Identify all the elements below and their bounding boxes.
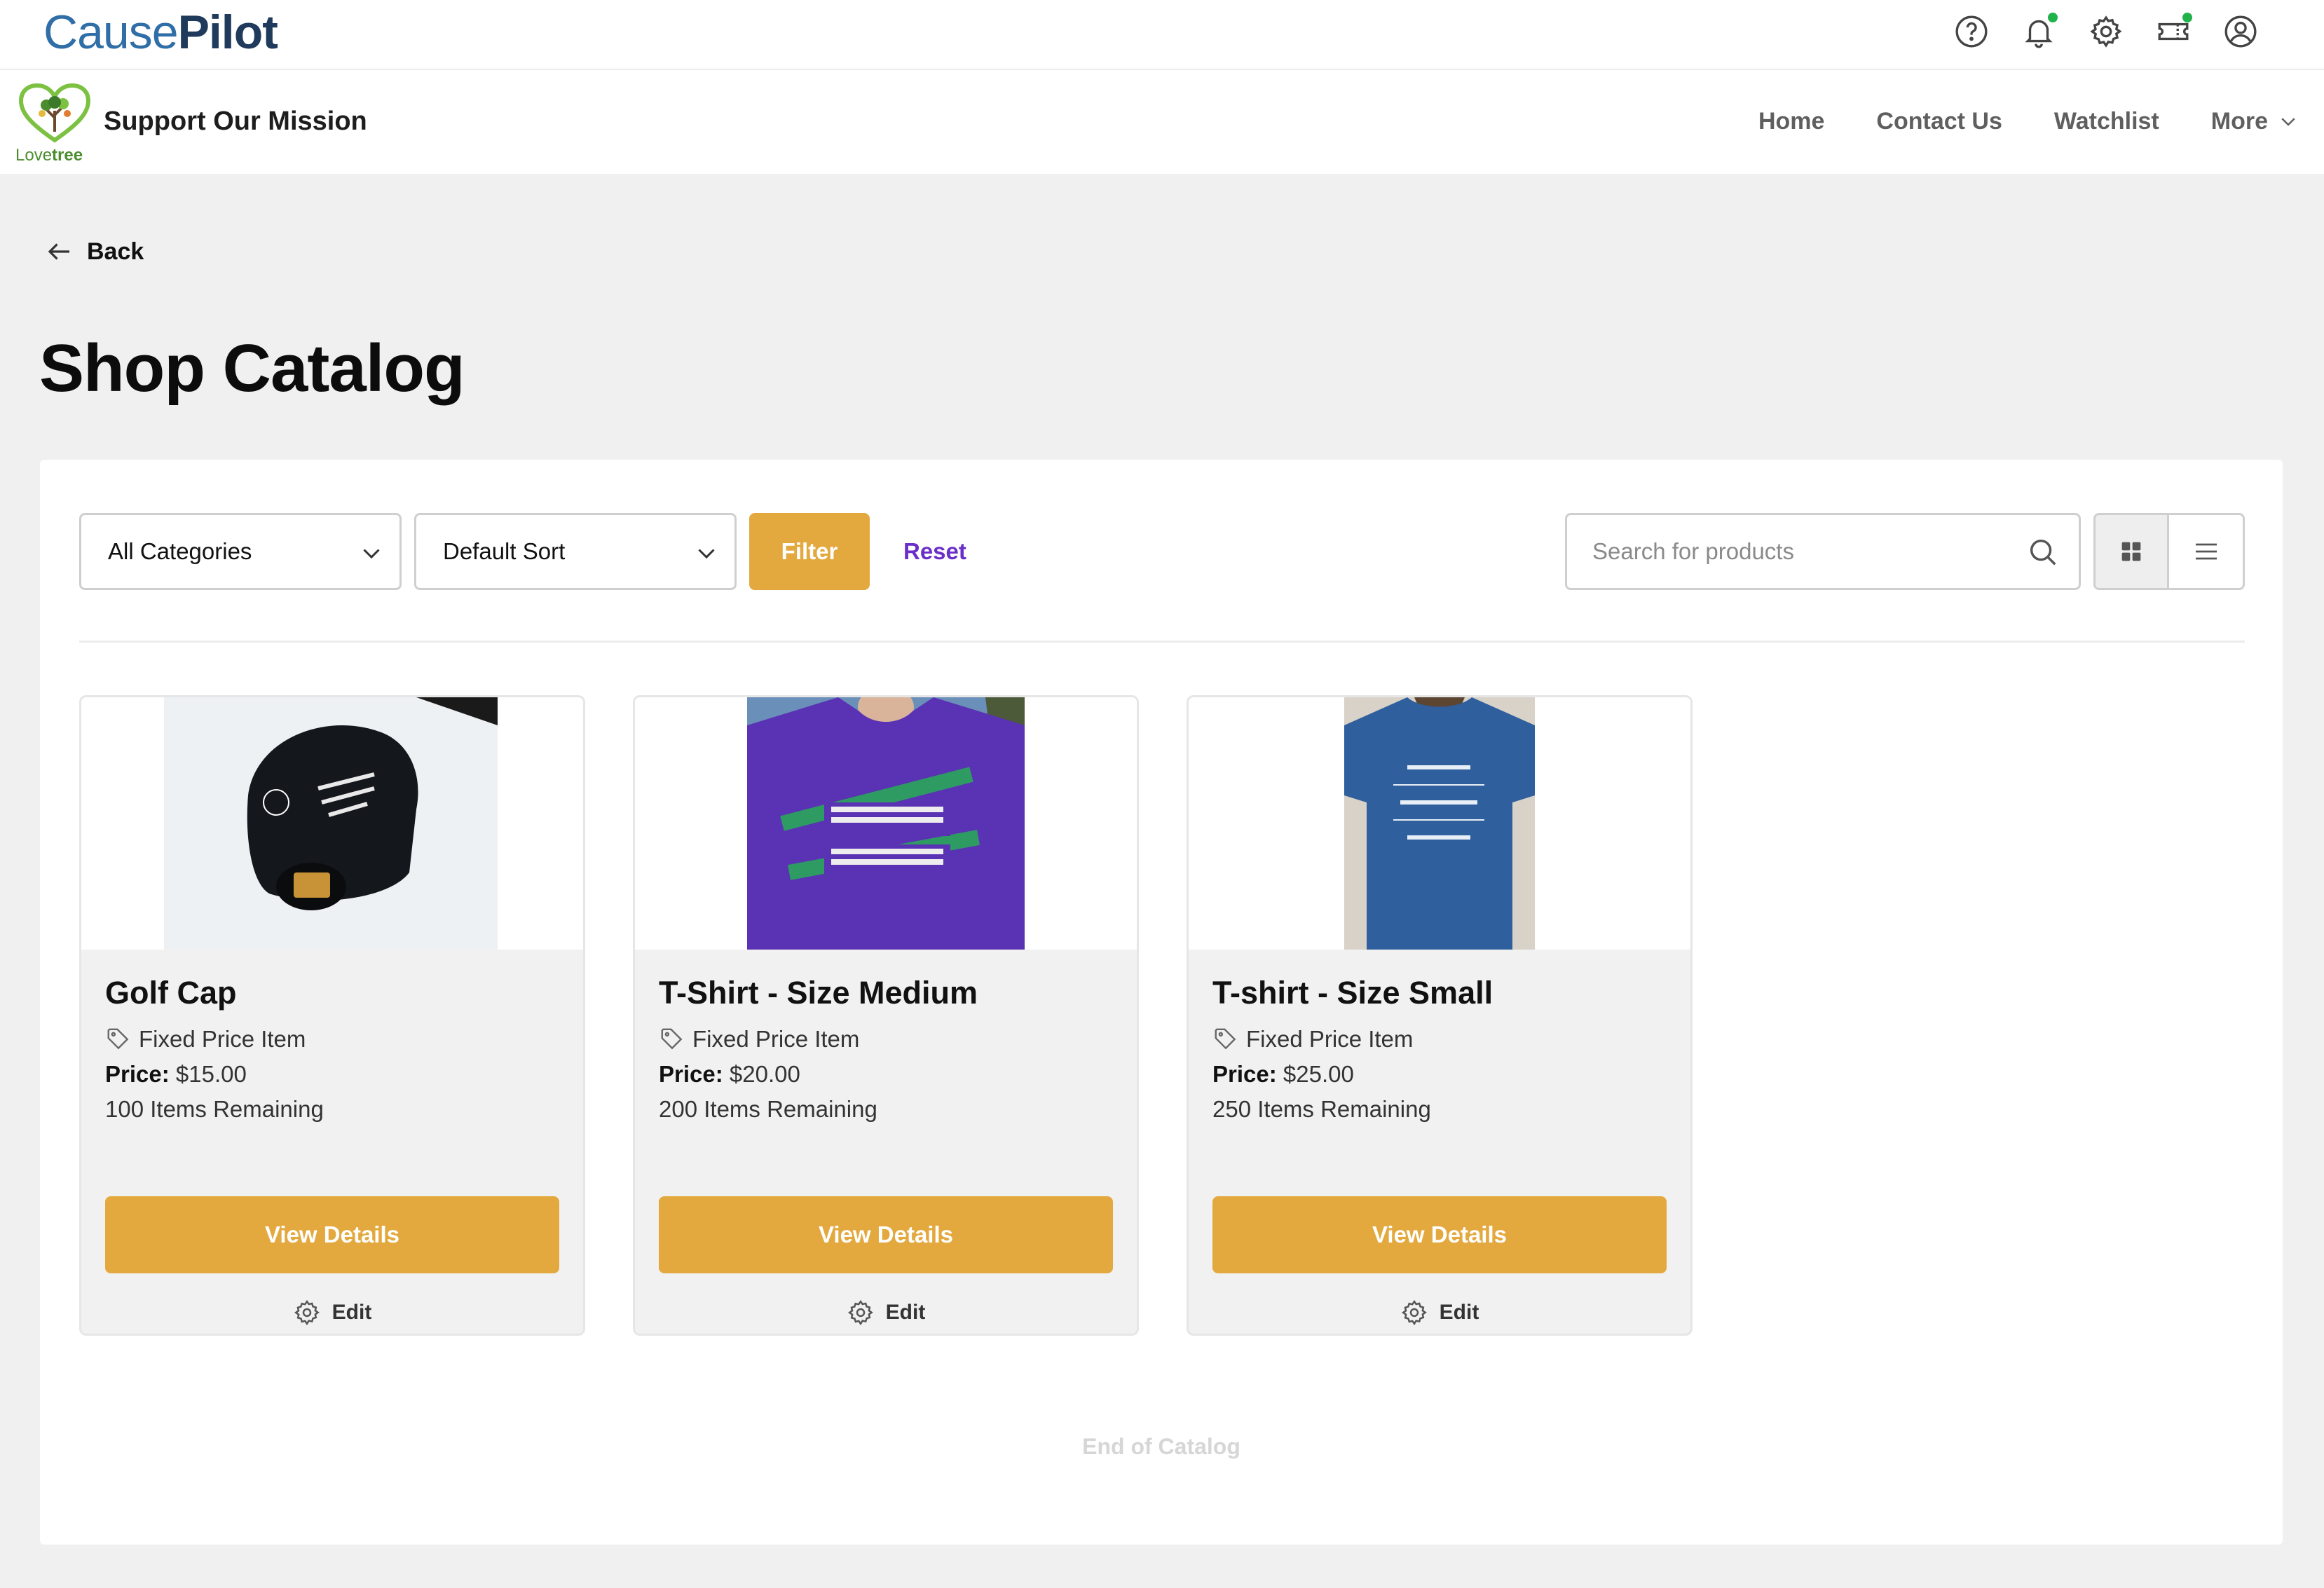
nav-contact-us[interactable]: Contact Us	[1876, 105, 2002, 137]
product-type-label: Fixed Price Item	[1246, 1026, 1414, 1052]
tshirt-medium-image	[747, 697, 1025, 950]
product-type: Fixed Price Item	[105, 1024, 306, 1055]
price-value: $15.00	[175, 1061, 247, 1087]
sort-select-value: Default Sort	[443, 538, 566, 564]
search-box	[1565, 513, 2081, 590]
nav-more[interactable]: More	[2211, 105, 2299, 137]
tag-icon	[661, 1028, 683, 1050]
divider	[79, 641, 2245, 643]
price-label: Price:	[105, 1061, 170, 1087]
sort-select[interactable]: Default Sort	[414, 513, 737, 590]
view-details-button[interactable]: View Details	[1212, 1196, 1667, 1273]
brand-pilot-text: Pilot	[177, 6, 278, 59]
brand-cause-text: Cause	[43, 6, 179, 59]
category-select-value: All Categories	[108, 538, 252, 564]
logo-wordmark: Lovetree	[15, 146, 83, 165]
gear-icon[interactable]	[2087, 13, 2125, 50]
org-title: Support Our Mission	[104, 107, 367, 136]
category-select[interactable]: All Categories	[79, 513, 402, 590]
edit-link[interactable]: Edit	[81, 1299, 583, 1327]
price-label: Price:	[659, 1061, 723, 1087]
edit-link[interactable]: Edit	[635, 1299, 1137, 1327]
chevron-down-icon	[2281, 118, 2295, 126]
user-icon[interactable]	[2222, 13, 2260, 50]
gear-icon	[1401, 1299, 1427, 1326]
list-view-button[interactable]	[2169, 515, 2243, 588]
items-remaining: 250 Items Remaining	[1212, 1096, 1431, 1122]
view-toggle	[2093, 513, 2245, 590]
back-label: Back	[87, 238, 144, 265]
gear-icon	[294, 1299, 320, 1326]
product-image-area[interactable]	[81, 697, 583, 950]
filter-button[interactable]: Filter	[749, 513, 870, 590]
product-type: Fixed Price Item	[1212, 1024, 1413, 1055]
chevron-down-icon	[698, 549, 715, 559]
nav-more-label: More	[2210, 108, 2268, 135]
product-name[interactable]: T-Shirt - Size Medium	[659, 973, 978, 1013]
product-name[interactable]: Golf Cap	[105, 973, 237, 1013]
product-card: Golf Cap Fixed Price Item Price: $15.00 …	[79, 695, 585, 1336]
items-remaining: 200 Items Remaining	[659, 1096, 877, 1122]
notification-dot	[2048, 13, 2058, 22]
page-title: Shop Catalog	[39, 331, 465, 406]
arrow-left-icon	[48, 243, 69, 260]
product-price: Price: $15.00	[105, 1059, 247, 1090]
price-value: $25.00	[1283, 1061, 1354, 1087]
product-price: Price: $20.00	[659, 1059, 800, 1090]
nav-watchlist[interactable]: Watchlist	[2054, 105, 2159, 137]
ticket-icon[interactable]	[2154, 13, 2192, 50]
top-icons	[1953, 13, 2260, 50]
reset-link[interactable]: Reset	[903, 533, 966, 570]
tree-heart-icon	[18, 83, 91, 143]
chevron-down-icon	[363, 549, 380, 559]
items-remaining: 100 Items Remaining	[105, 1096, 324, 1122]
product-type-label: Fixed Price Item	[139, 1026, 306, 1052]
product-card: T-Shirt - Size Medium Fixed Price Item P…	[633, 695, 1139, 1336]
main-nav: Home Contact Us Watchlist More	[1758, 105, 2299, 137]
grid-view-button[interactable]	[2096, 515, 2169, 588]
product-price: Price: $25.00	[1212, 1059, 1354, 1090]
end-of-catalog-label: End of Catalog	[1082, 1434, 1240, 1459]
tag-icon	[1215, 1028, 1236, 1050]
search-input[interactable]	[1592, 533, 2013, 570]
grid-icon	[2121, 542, 2141, 561]
notification-dot	[2182, 13, 2192, 22]
view-details-button[interactable]: View Details	[659, 1196, 1113, 1273]
product-image-area[interactable]	[635, 697, 1137, 950]
golf-cap-image	[164, 697, 498, 950]
list-icon	[2195, 543, 2217, 560]
gear-icon	[847, 1299, 873, 1326]
org-header: Lovetree Support Our Mission Home Contac…	[0, 70, 2324, 174]
edit-label: Edit	[1439, 1301, 1479, 1324]
product-type: Fixed Price Item	[659, 1024, 859, 1055]
causepilot-logo[interactable]: CausePilot	[43, 4, 278, 60]
product-card: T-shirt - Size Small Fixed Price Item Pr…	[1187, 695, 1693, 1336]
edit-link[interactable]: Edit	[1189, 1299, 1690, 1327]
tshirt-small-image	[1344, 697, 1535, 950]
product-type-label: Fixed Price Item	[692, 1026, 860, 1052]
catalog-panel: All Categories Default Sort Filter Reset	[40, 460, 2283, 1545]
back-link[interactable]: Back	[45, 237, 144, 266]
nav-home[interactable]: Home	[1758, 105, 1824, 137]
view-details-button[interactable]: View Details	[105, 1196, 559, 1273]
product-image-area[interactable]	[1189, 697, 1690, 950]
top-bar: CausePilot	[0, 0, 2324, 70]
price-value: $20.00	[729, 1061, 800, 1087]
tag-icon	[107, 1028, 129, 1050]
bell-icon[interactable]	[2020, 13, 2058, 50]
edit-label: Edit	[331, 1301, 372, 1324]
edit-label: Edit	[885, 1301, 926, 1324]
price-label: Price:	[1212, 1061, 1277, 1087]
product-name[interactable]: T-shirt - Size Small	[1212, 973, 1493, 1013]
help-icon[interactable]	[1953, 13, 1990, 50]
lovetree-logo[interactable]: Lovetree	[15, 83, 93, 165]
search-icon[interactable]	[2027, 536, 2059, 568]
